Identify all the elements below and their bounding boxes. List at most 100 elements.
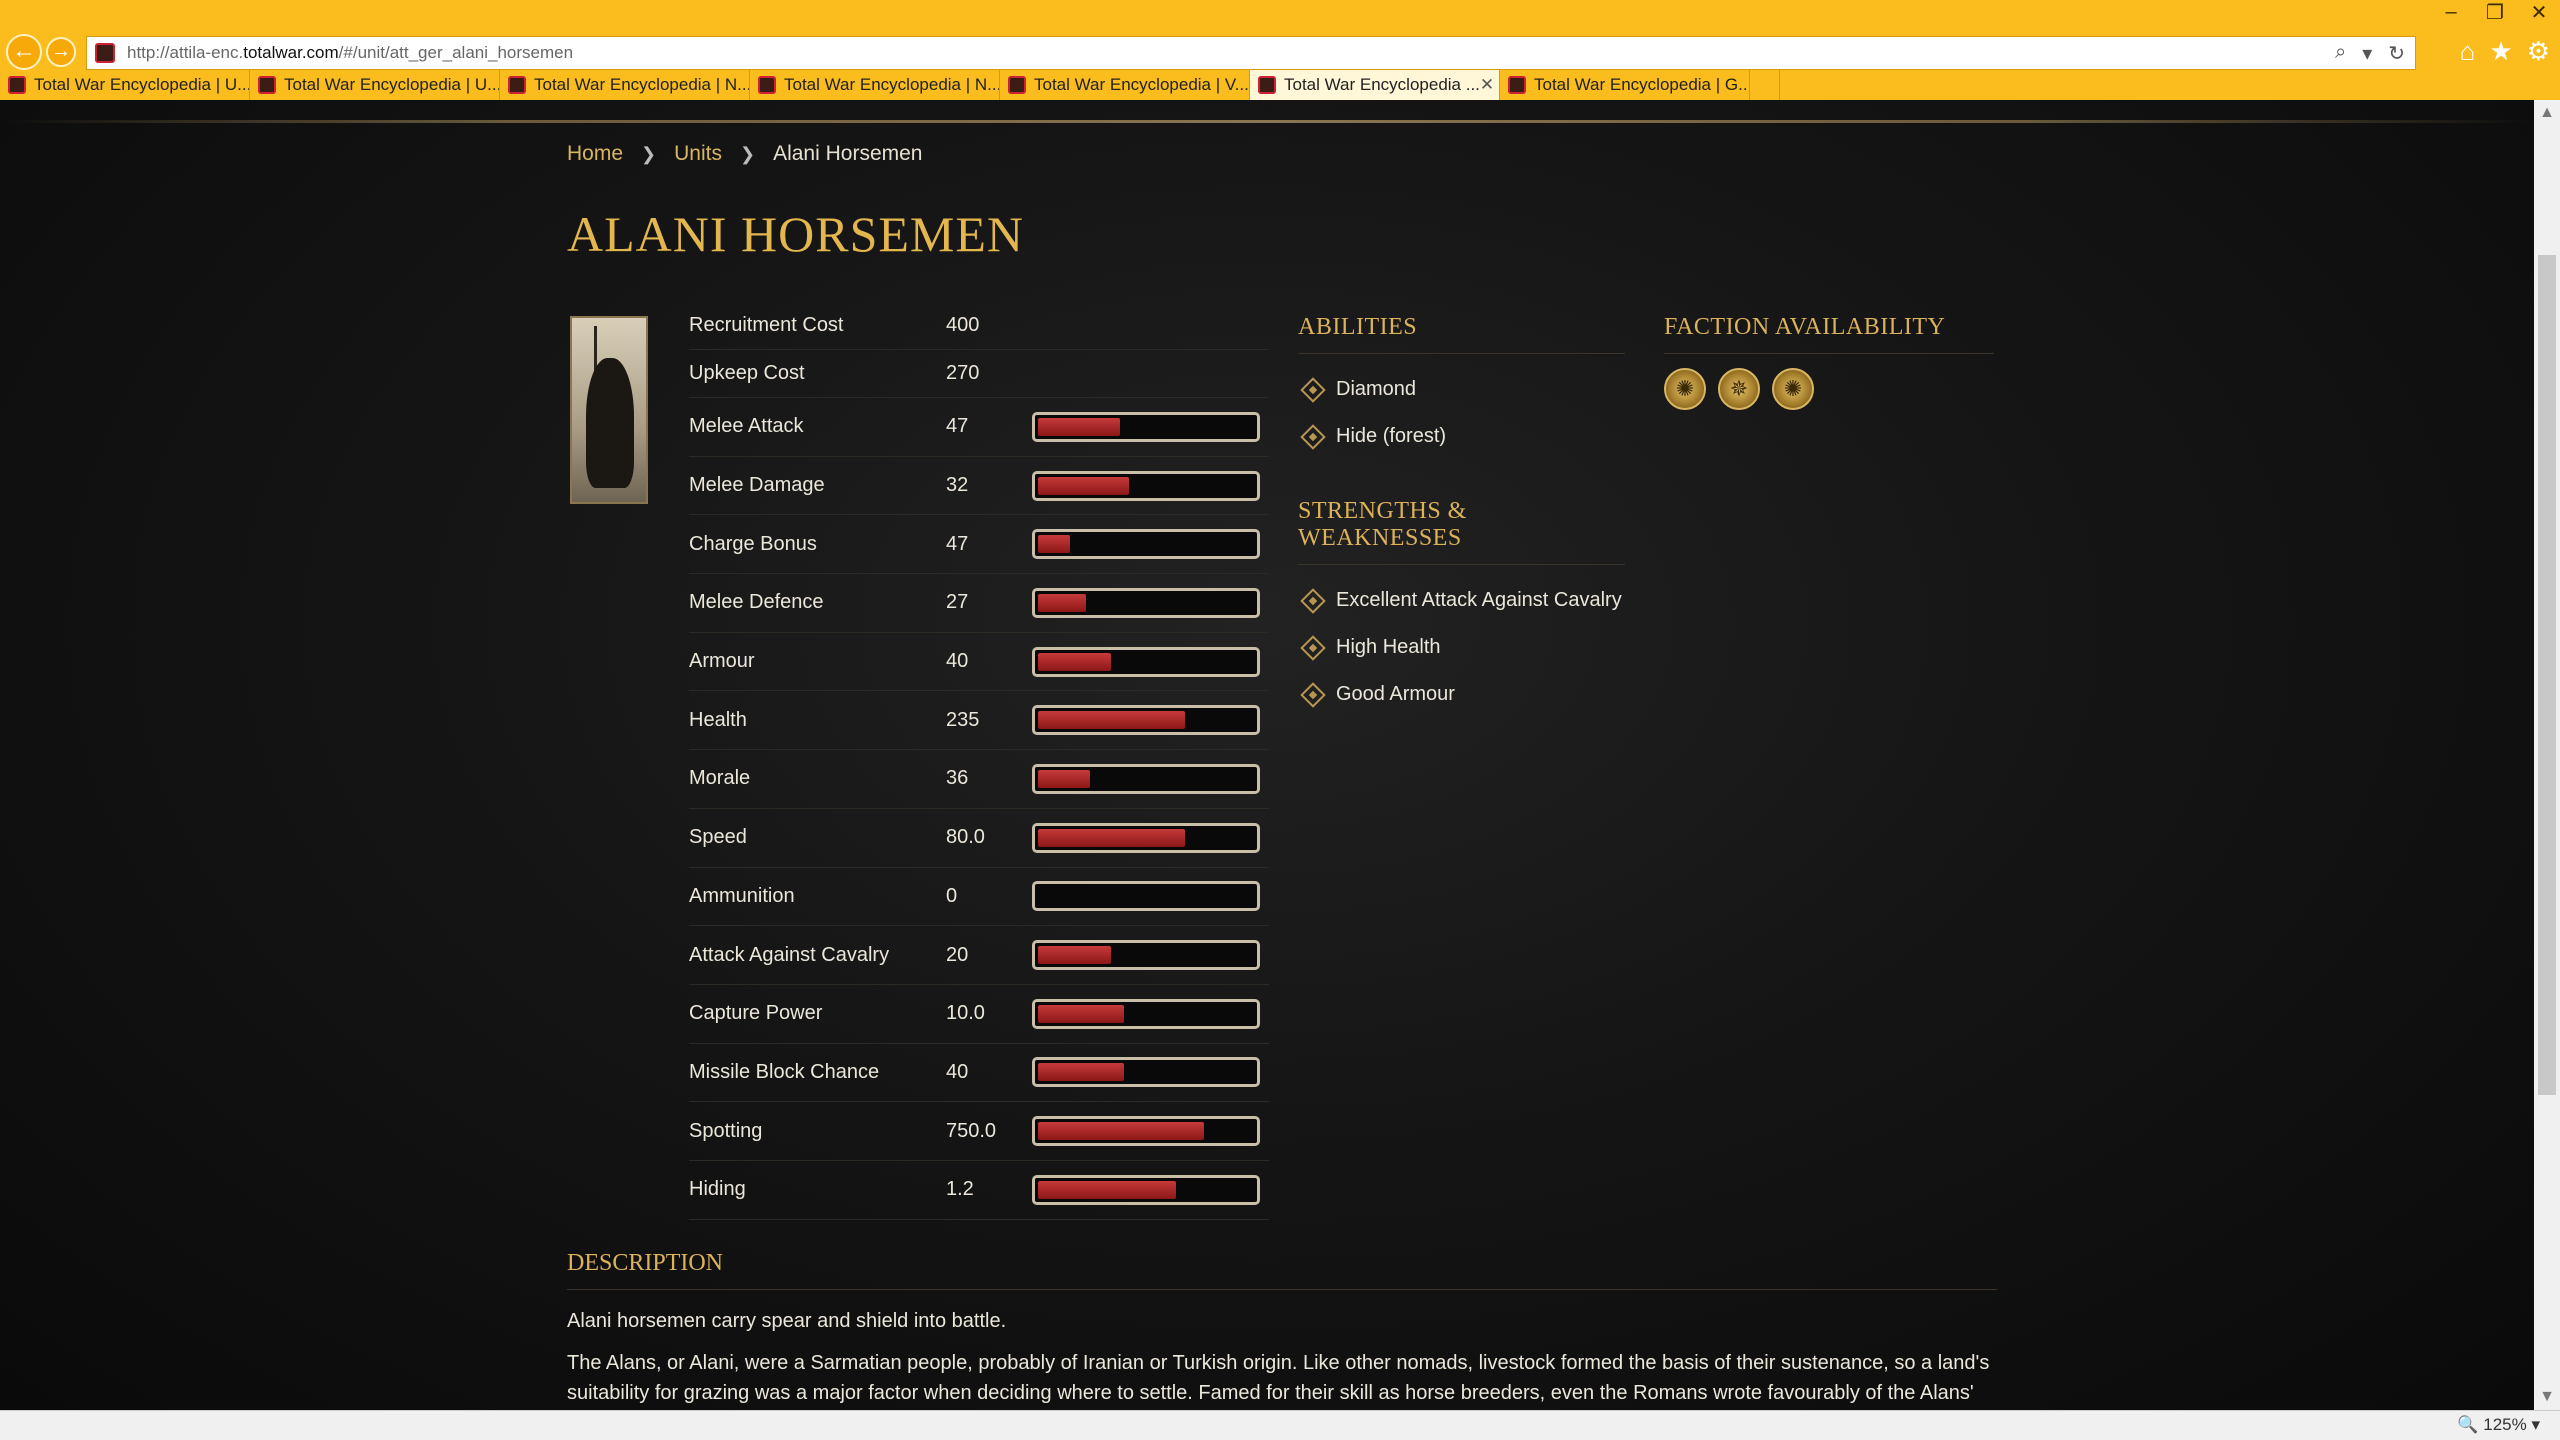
stat-label: Armour xyxy=(689,650,755,673)
url-text[interactable]: http://attila-enc.totalwar.com/#/unit/at… xyxy=(127,43,573,63)
title-bar: – ❐ ✕ xyxy=(0,0,2560,24)
close-tab-icon[interactable]: ✕ xyxy=(1480,75,1494,95)
faction-availability-section: FACTION AVAILABILITY ✺ ✵ ✺ xyxy=(1664,314,1994,410)
status-bar: 🔍 125% ▾ xyxy=(0,1410,2560,1440)
search-icon[interactable]: ⌕ xyxy=(2335,41,2346,66)
diamond-bullet-icon xyxy=(1300,587,1326,614)
browser-tab[interactable]: Total War Encyclopedia | V... xyxy=(1000,70,1250,100)
stat-bar xyxy=(1032,763,1260,794)
browser-tab[interactable]: Total War Encyclopedia | G... xyxy=(1500,70,1750,100)
stat-label: Melee Attack xyxy=(689,415,804,438)
settings-gear-icon[interactable]: ⚙ xyxy=(2527,36,2550,67)
diamond-bullet-icon xyxy=(1300,681,1326,708)
home-icon[interactable]: ⌂ xyxy=(2460,36,2476,67)
scroll-up-icon[interactable]: ▲ xyxy=(2534,100,2560,126)
stat-value: 750.0 xyxy=(946,1119,997,1142)
unit-stats-table: Recruitment Cost 400 Upkeep Cost 270 Melee A… xyxy=(689,302,1269,1220)
strength-label: High Health xyxy=(1336,636,1441,658)
stat-value: 32 xyxy=(946,474,969,497)
header-divider xyxy=(0,120,2534,123)
stat-bar-fill xyxy=(1038,476,1129,495)
stat-value: 10.0 xyxy=(946,1002,985,1025)
close-window-icon[interactable]: ✕ xyxy=(2528,0,2550,25)
stat-row: Charge Bonus 47 xyxy=(689,515,1269,575)
dropdown-icon[interactable]: ▾ xyxy=(2362,41,2372,66)
stat-label: Speed xyxy=(689,826,747,849)
breadcrumb-home-link[interactable]: Home xyxy=(567,142,623,166)
stat-label: Recruitment Cost xyxy=(689,314,844,336)
tab-favicon xyxy=(758,76,776,94)
faction-emblem-icon[interactable]: ✵ xyxy=(1718,368,1760,410)
ability-label: Hide (forest) xyxy=(1336,425,1447,447)
abilities-section: ABILITIES Diamond Hide (forest) xyxy=(1298,314,1625,460)
breadcrumb-units-link[interactable]: Units xyxy=(674,142,722,166)
stat-bar xyxy=(1032,529,1260,560)
browser-tab[interactable]: Total War Encyclopedia | U... xyxy=(0,70,250,100)
forward-button[interactable]: → xyxy=(46,37,76,67)
browser-tab-active[interactable]: Total War Encyclopedia ... ✕ xyxy=(1250,70,1500,100)
stat-row: Melee Damage 32 xyxy=(689,457,1269,516)
description-section: DESCRIPTION Alani horsemen carry spear a… xyxy=(567,1250,1997,1408)
stat-row: Ammunition 0 xyxy=(689,868,1269,927)
tab-favicon xyxy=(1508,76,1526,94)
stat-bar xyxy=(1032,1116,1260,1147)
stat-row: Upkeep Cost 270 xyxy=(689,350,1269,398)
stat-bar-fill xyxy=(1038,711,1185,730)
stat-value: 27 xyxy=(946,591,969,614)
stat-bar xyxy=(1032,998,1260,1029)
scroll-thumb[interactable] xyxy=(2538,255,2556,1095)
tab-favicon xyxy=(1258,76,1276,94)
faction-emblem-icon[interactable]: ✺ xyxy=(1664,368,1706,410)
stat-value: 0 xyxy=(946,884,958,907)
url-path: /#/unit/att_ger_alani_horsemen xyxy=(338,43,574,62)
scroll-down-icon[interactable]: ▼ xyxy=(2534,1384,2560,1410)
forward-arrow-icon: → xyxy=(51,40,71,62)
stat-bar-fill xyxy=(1038,769,1090,788)
stat-label: Ammunition xyxy=(689,884,795,907)
zoom-level[interactable]: 🔍 125% ▾ xyxy=(2457,1415,2540,1435)
stat-label: Spotting xyxy=(689,1119,763,1142)
abilities-heading: ABILITIES xyxy=(1298,314,1625,354)
new-tab-button[interactable] xyxy=(1750,70,1780,100)
refresh-icon[interactable]: ↻ xyxy=(2388,41,2405,66)
stat-value: 1.2 xyxy=(946,1178,974,1201)
browser-tab[interactable]: Total War Encyclopedia | N... xyxy=(500,70,750,100)
tab-strip: Total War Encyclopedia | U... Total War … xyxy=(0,70,2560,100)
stat-bar xyxy=(1032,705,1260,736)
stat-row: Attack Against Cavalry 20 xyxy=(689,926,1269,985)
tab-label: Total War Encyclopedia | G... xyxy=(1534,75,1750,94)
favorites-star-icon[interactable]: ★ xyxy=(2489,36,2512,67)
faction-emblems: ✺ ✵ ✺ xyxy=(1664,368,1994,410)
stat-row: Capture Power 10.0 xyxy=(689,985,1269,1044)
tab-label: Total War Encyclopedia | U... xyxy=(34,75,250,94)
stat-bar-fill xyxy=(1038,535,1071,554)
portrait-rider xyxy=(586,358,634,488)
tab-label: Total War Encyclopedia | U... xyxy=(284,75,500,94)
tab-favicon xyxy=(1008,76,1026,94)
restore-icon[interactable]: ❐ xyxy=(2484,0,2506,25)
minimize-icon[interactable]: – xyxy=(2440,1,2462,24)
window-controls: – ❐ ✕ xyxy=(2440,0,2550,24)
back-button[interactable]: ← xyxy=(6,34,42,70)
page-content: Home ❯ Units ❯ Alani Horsemen ALANI HORS… xyxy=(0,100,2534,1410)
stat-bar-fill xyxy=(1038,946,1112,965)
stat-row: Speed 80.0 xyxy=(689,809,1269,868)
stat-row: Spotting 750.0 xyxy=(689,1102,1269,1161)
tab-label: Total War Encyclopedia ... xyxy=(1284,75,1480,94)
faction-emblem-icon[interactable]: ✺ xyxy=(1772,368,1814,410)
browser-tab[interactable]: Total War Encyclopedia | U... xyxy=(250,70,500,100)
strength-item: Excellent Attack Against Cavalry xyxy=(1298,577,1625,624)
address-bar[interactable]: http://attila-enc.totalwar.com/#/unit/at… xyxy=(86,36,2416,70)
ability-item[interactable]: Hide (forest) xyxy=(1298,413,1625,460)
stat-label: Melee Damage xyxy=(689,474,825,497)
ability-label: Diamond xyxy=(1336,378,1417,400)
description-summary: Alani horsemen carry spear and shield in… xyxy=(567,1310,1007,1332)
browser-tab[interactable]: Total War Encyclopedia | N... xyxy=(750,70,1000,100)
stat-value: 400 xyxy=(946,314,980,336)
stat-row: Recruitment Cost 400 xyxy=(689,302,1269,350)
ability-item[interactable]: Diamond xyxy=(1298,366,1625,413)
address-row: ← → http://attila-enc.totalwar.com/#/uni… xyxy=(0,28,2560,74)
page-scrollbar[interactable]: ▲ ▼ xyxy=(2534,100,2560,1410)
stat-value: 40 xyxy=(946,1060,969,1083)
stat-value: 80.0 xyxy=(946,826,985,849)
